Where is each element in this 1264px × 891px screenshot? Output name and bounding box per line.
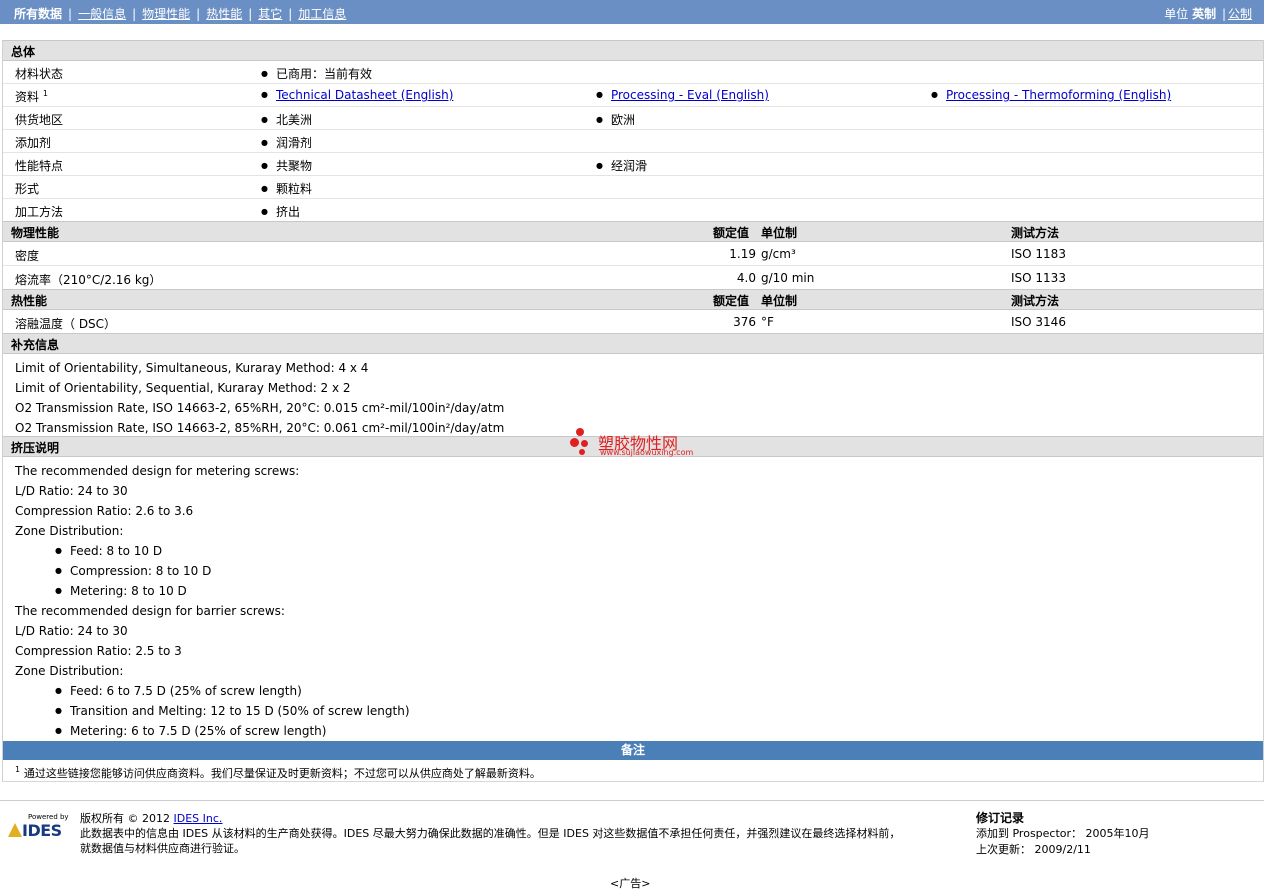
note-bullet: Metering: 6 to 7.5 D (25% of screw lengt… [15,721,1263,741]
top-nav-bar: 所有数据 | 一般信息 | 物理性能 | 热性能 | 其它 | 加工信息 单位 英制 | 公制 [0,0,1264,24]
unit-metric-link[interactable]: 公制 [1228,7,1252,21]
row-documents: 资料 1 Technical Datasheet (English) Proce… [3,84,1263,107]
row-value: 欧洲 [596,111,635,128]
row-label: 熔流率（210°C/2.16 kg） [15,273,162,287]
nav-general-info[interactable]: 一般信息 [78,7,126,21]
col-test: 测试方法 [1011,226,1060,240]
row-label: 供货地区 [15,113,64,127]
row-test: ISO 1133 [1011,271,1066,285]
note-line: L/D Ratio: 24 to 30 [15,484,128,498]
note-bullet: Feed: 8 to 10 D [15,541,1263,561]
row-label: 溶融温度（ DSC） [15,317,117,331]
doc-link-processing-eval[interactable]: Processing - Eval (English) [596,88,769,102]
note-line: The recommended design for barrier screw… [15,604,285,618]
datasheet: 总体 材料状态 已商用：当前有效 资料 1 Technical Datashee… [2,40,1264,782]
section-title: 热性能 [11,294,48,308]
unit-english: 英制 [1192,7,1217,21]
note-bullet: Transition and Melting: 12 to 15 D (50% … [15,701,1263,721]
ad-label: <广告> [610,877,651,890]
row-test: ISO 1183 [1011,247,1066,261]
row-value: 润滑剂 [261,134,312,151]
row-label: 资料 1 [15,89,48,104]
row-unit: °F [761,315,774,329]
col-unit: 单位制 [761,294,798,308]
row-label: 性能特点 [15,159,64,173]
row-density: 密度 1.19 g/cm³ ISO 1183 [3,242,1263,266]
row-test: ISO 3146 [1011,315,1066,329]
note-line: L/D Ratio: 24 to 30 [15,624,128,638]
nav-other[interactable]: 其它 [258,7,282,21]
nav-thermal[interactable]: 热性能 [206,7,242,21]
note-line: Compression Ratio: 2.5 to 3 [15,644,182,658]
nav-all-data[interactable]: 所有数据 [14,7,62,21]
row-label: 材料状态 [15,67,64,81]
section-physical-header: 物理性能 额定值 单位制 测试方法 [3,221,1263,242]
row-form: 形式 颗粒料 [3,176,1263,199]
doc-link-processing-thermoforming[interactable]: Processing - Thermoforming (English) [931,88,1171,102]
unit-switcher: 单位 英制 | 公制 [1164,7,1252,21]
row-supply-region: 供货地区 北美洲 欧洲 [3,107,1263,130]
ides-link[interactable]: IDES Inc. [174,812,223,825]
note-line: Zone Distribution: [15,524,124,538]
section-nav: 所有数据 | 一般信息 | 物理性能 | 热性能 | 其它 | 加工信息 [14,7,347,21]
note-line: Limit of Orientability, Simultaneous, Ku… [15,361,369,375]
row-value: 挤出 [261,203,300,220]
ides-logo: Powered by IDES [8,813,70,840]
row-unit: g/10 min [761,271,815,285]
row-value: 共聚物 [261,157,312,174]
col-nominal: 额定值 [713,226,750,240]
row-processing-method: 加工方法 挤出 [3,199,1263,221]
doc-link-tds[interactable]: Technical Datasheet (English) [261,88,453,102]
page-footer: Powered by IDES 版权所有 © 2012 IDES Inc. 此数… [0,800,1264,871]
note-line: Compression Ratio: 2.6 to 3.6 [15,504,194,518]
note-bullet: Metering: 8 to 10 D [15,581,1263,601]
row-melt-temp: 溶融温度（ DSC） 376 °F ISO 3146 [3,310,1263,333]
row-value: 376 [733,315,756,329]
row-label: 形式 [15,182,40,196]
note-bullet: Feed: 6 to 7.5 D (25% of screw length) [15,681,1263,701]
row-value: 颗粒料 [261,180,312,197]
section-supplement-header: 补充信息 [3,333,1263,354]
row-label: 密度 [15,249,40,263]
row-features: 性能特点 共聚物 经润滑 [3,153,1263,176]
row-label: 添加剂 [15,136,52,150]
col-nominal: 额定值 [713,294,750,308]
copyright-text: 版权所有 © 2012 IDES Inc. 此数据表中的信息由 IDES 从该材… [80,812,901,855]
supplement-notes: Limit of Orientability, Simultaneous, Ku… [3,354,1263,436]
section-title: 挤压说明 [11,441,60,455]
col-test: 测试方法 [1011,294,1060,308]
note-line: Zone Distribution: [15,664,124,678]
note-line: O2 Transmission Rate, ISO 14663-2, 65%RH… [15,401,505,415]
row-value: 北美洲 [261,111,312,128]
row-value: 1.19 [729,247,756,261]
section-general-header: 总体 [3,40,1263,61]
note-bullet: Compression: 8 to 10 D [15,561,1263,581]
section-title: 补充信息 [11,338,60,352]
notes-header: 备注 [3,741,1263,760]
note-line: The recommended design for metering scre… [15,464,300,478]
section-thermal-header: 热性能 额定值 单位制 测试方法 [3,289,1263,310]
section-title: 总体 [11,45,36,59]
row-value: 已商用：当前有效 [261,65,372,82]
col-unit: 单位制 [761,226,798,240]
row-additives: 添加剂 润滑剂 [3,130,1263,153]
row-material-status: 材料状态 已商用：当前有效 [3,61,1263,84]
row-melt-flow: 熔流率（210°C/2.16 kg） 4.0 g/10 min ISO 1133 [3,266,1263,289]
note-line: Limit of Orientability, Sequential, Kura… [15,381,351,395]
row-label: 加工方法 [15,205,64,219]
nav-processing[interactable]: 加工信息 [298,7,346,21]
notes-footnote: 1 通过这些链接您能够访问供应商资料。我们尽量保证及时更新资料；不过您可以从供应… [3,760,1263,782]
nav-physical[interactable]: 物理性能 [142,7,190,21]
section-title: 物理性能 [11,226,60,240]
extrusion-notes: The recommended design for metering scre… [3,457,1263,741]
row-value: 4.0 [736,271,756,285]
row-value: 经润滑 [596,157,647,174]
units-label: 单位 [1164,7,1189,21]
revision-history: 修订记录 添加到 Prospector： 2005年10月 上次更新： 2009… [976,811,1150,856]
row-unit: g/cm³ [761,247,796,261]
